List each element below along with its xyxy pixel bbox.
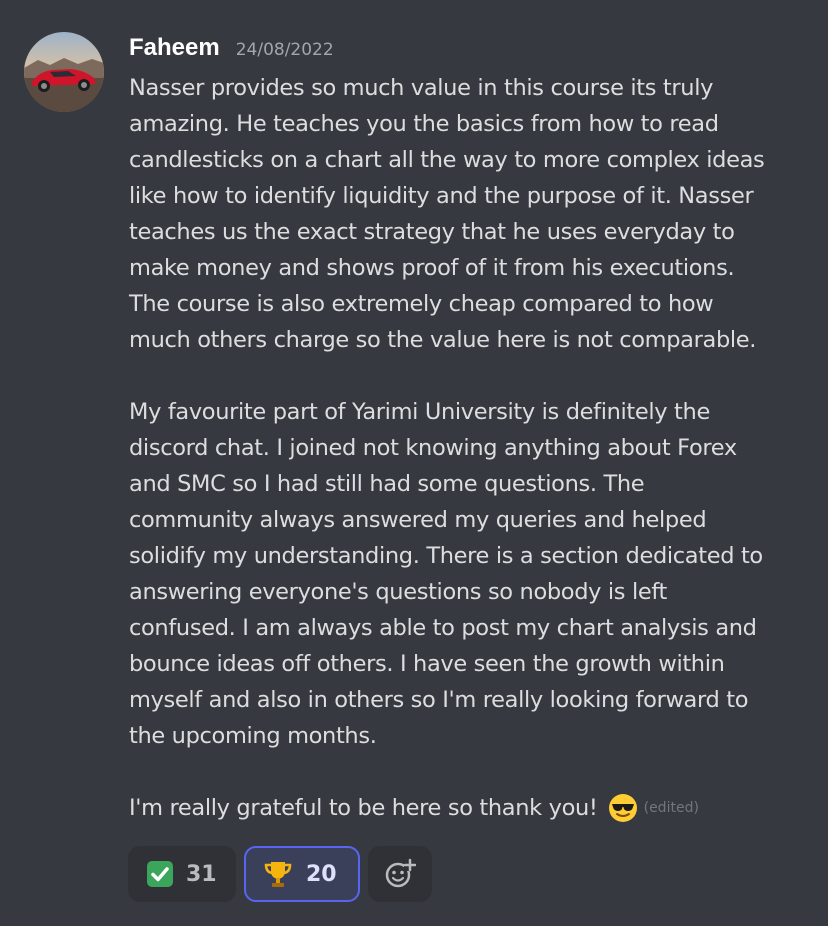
timestamp: 24/08/2022	[235, 40, 334, 60]
message-header: Faheem 24/08/2022	[129, 34, 334, 68]
username[interactable]: Faheem	[129, 34, 220, 62]
trophy-emoji-icon	[264, 862, 292, 887]
check-mark-emoji-icon	[147, 861, 173, 887]
chat-message: Faheem 24/08/2022 Nasser provides so muc…	[0, 0, 828, 926]
sunglasses-emoji-icon	[608, 793, 638, 823]
message-paragraph-2: My favourite part of Yarimi University i…	[129, 399, 763, 749]
reaction-check-mark[interactable]: 31	[128, 846, 236, 902]
add-reaction-icon	[385, 858, 416, 888]
message-closing-line: I'm really grateful to be here so thank …	[129, 790, 819, 826]
red-sports-car-avatar-icon	[24, 32, 104, 112]
reaction-trophy[interactable]: 20	[244, 846, 360, 902]
reactions-bar: 31 20	[128, 846, 432, 902]
message-closing: I'm really grateful to be here so thank …	[129, 795, 598, 821]
message-content: Nasser provides so much value in this co…	[129, 70, 819, 826]
message-paragraph-1: Nasser provides so much value in this co…	[129, 75, 765, 353]
add-reaction-button[interactable]	[368, 846, 432, 902]
edited-label: (edited)	[643, 800, 699, 816]
reaction-count: 31	[186, 861, 217, 887]
reaction-count: 20	[306, 861, 337, 887]
user-avatar[interactable]	[24, 32, 104, 112]
